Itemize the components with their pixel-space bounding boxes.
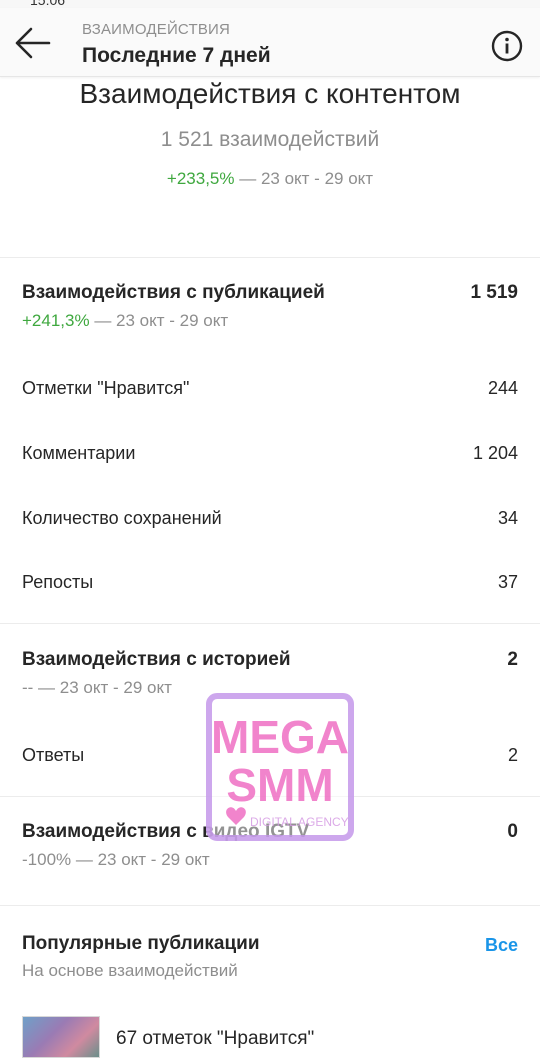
divider [0,623,540,624]
back-arrow-icon[interactable] [14,26,52,60]
summary-change-percent: +233,5% [166,169,235,188]
popular-posts-title: Популярные публикации [22,933,260,954]
publication-change-percent: +241,3% [22,311,90,330]
app-header: ВЗАИМОДЕЙСТВИЯ Последние 7 дней [0,8,540,77]
content-interactions-title: Взаимодействия с контентом [79,78,461,109]
svg-text:SMM: SMM [226,759,333,811]
popular-posts-subtitle: На основе взаимодействий [22,961,238,980]
shares-value: 37 [497,572,518,592]
likes-value: 244 [487,378,518,398]
post-thumbnail[interactable] [22,1016,100,1058]
svg-text:MEGA: MEGA [211,711,349,763]
likes-label: Отметки "Нравится" [22,378,190,398]
saves-value: 34 [497,508,518,528]
shares-label: Репосты [22,572,94,592]
mega-smm-watermark-logo: MEGA SMM DIGITAL AGENCY [206,693,354,841]
summary-change: +233,5% — 23 окт - 29 окт [0,169,540,189]
story-period: -- — 23 окт - 29 окт [22,678,172,697]
comments-value: 1 204 [472,443,518,463]
total-interactions-count: 1 521 взаимодействий [160,128,380,151]
comments-label: Комментарии [22,443,136,463]
story-interactions-value: 2 [507,649,518,670]
replies-value: 2 [507,745,518,765]
header-title: Последние 7 дней [82,44,271,67]
info-icon[interactable] [490,29,524,63]
header-subtitle: ВЗАИМОДЕЙСТВИЯ [82,21,231,38]
svg-text:DIGITAL AGENCY: DIGITAL AGENCY [250,815,349,829]
summary-period: — 23 окт - 29 окт [239,169,374,188]
publication-period: — 23 окт - 29 окт [94,311,229,330]
divider [0,905,540,906]
publication-change: +241,3% — 23 окт - 29 окт [22,311,228,331]
replies-label: Ответы [22,745,85,765]
publication-interactions-value: 1 519 [470,282,518,303]
saves-label: Количество сохранений [22,508,222,528]
status-time: 15:06 [30,0,66,8]
see-all-link[interactable]: Все [485,935,518,956]
divider [0,257,540,258]
publication-interactions-title: Взаимодействия с публикацией [22,282,325,303]
story-interactions-title: Взаимодействия с историей [22,649,291,670]
status-bar: 15:06 [0,0,540,8]
igtv-interactions-value: 0 [507,821,518,842]
post-likes-text[interactable]: 67 отметок "Нравится" [116,1028,314,1050]
igtv-change: -100% — 23 окт - 29 окт [22,850,210,869]
